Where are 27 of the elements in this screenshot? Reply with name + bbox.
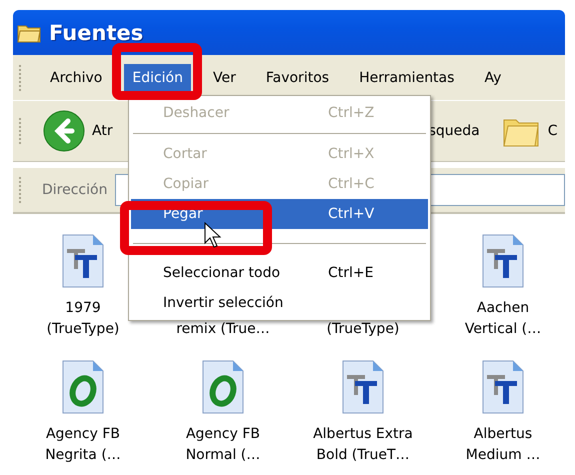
menu-item[interactable]: Herramientas xyxy=(351,64,462,92)
menu-item[interactable]: Ay xyxy=(476,64,510,92)
menu-item[interactable]: Archivo xyxy=(42,64,110,92)
file-name[interactable]: Albertus Medium … xyxy=(466,424,540,466)
window-title: Fuentes xyxy=(49,20,144,44)
address-label: Dirección xyxy=(42,182,108,198)
folder-icon xyxy=(17,22,41,42)
file-name[interactable]: Agency FB Normal (… xyxy=(186,424,260,466)
folders-button-label[interactable]: C xyxy=(548,123,558,139)
menu-option[interactable]: Seleccionar todo Ctrl+E xyxy=(131,258,428,288)
search-button-label[interactable]: squeda xyxy=(428,123,480,139)
file-name[interactable]: 1979 (TrueType) xyxy=(46,298,120,340)
file-name[interactable]: Aachen Vertical (… xyxy=(464,298,542,340)
truetype-font-file-icon xyxy=(61,233,105,289)
opentype-font-file-icon xyxy=(61,359,105,415)
opentype-font-file-icon xyxy=(201,359,245,415)
truetype-font-file-icon xyxy=(341,359,385,415)
truetype-font-file-icon xyxy=(481,359,525,415)
truetype-font-file-icon xyxy=(481,233,525,289)
menu-item[interactable]: Favoritos xyxy=(258,64,338,92)
mouse-pointer-icon xyxy=(204,222,222,248)
menu-item[interactable]: Edición xyxy=(124,64,191,92)
file-name[interactable]: Agency FB Negrita (… xyxy=(45,424,121,466)
file-name[interactable]: Albertus Extra Bold (TrueT… xyxy=(313,424,413,466)
back-button-label[interactable]: Atr xyxy=(92,123,113,139)
menu-item[interactable]: Ver xyxy=(205,64,244,92)
menu-option[interactable]: Invertir selección xyxy=(131,288,428,318)
